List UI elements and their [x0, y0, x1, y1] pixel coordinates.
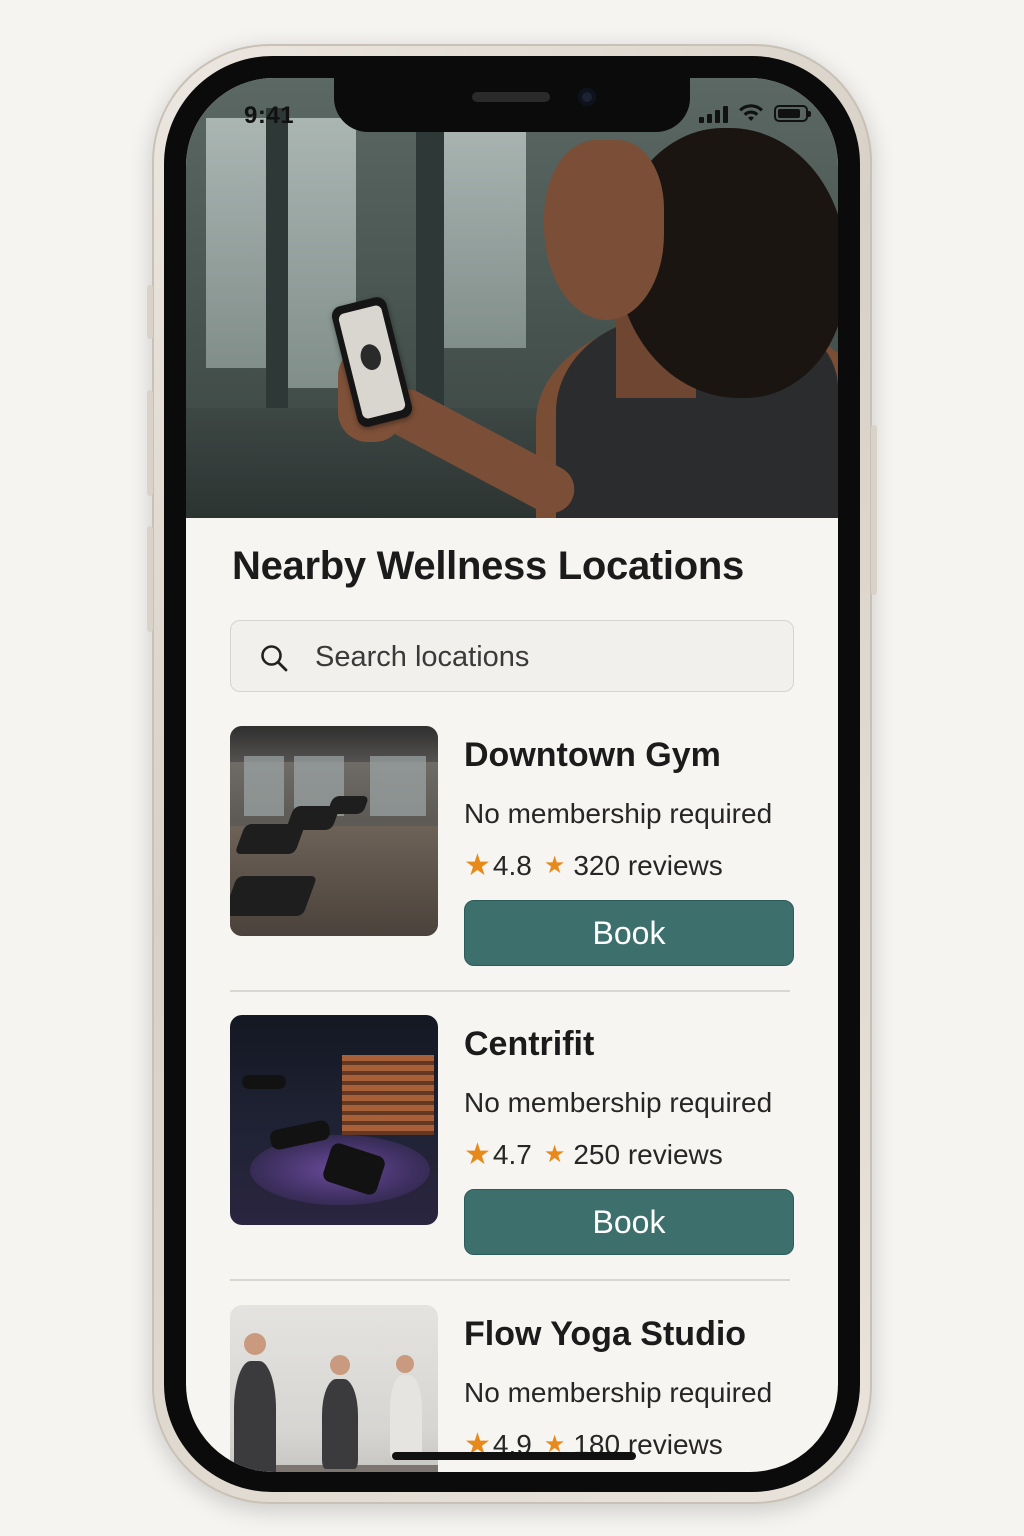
wood-wall-panel — [342, 1055, 434, 1135]
location-name: Centrifit — [464, 1025, 595, 1063]
location-name: Downtown Gym — [464, 736, 721, 774]
book-button[interactable]: Book — [464, 900, 794, 966]
gym-window — [370, 756, 426, 816]
rating-value: 4.7 — [492, 1138, 532, 1170]
location-card-downtown-gym[interactable]: Downtown Gym No membership required ★ 4.… — [230, 726, 794, 976]
status-bar: 9:41 — [186, 78, 838, 136]
search-input[interactable] — [315, 635, 775, 679]
location-photo — [230, 726, 438, 936]
hero-image — [186, 78, 838, 518]
location-photo — [230, 1305, 438, 1472]
search-bar[interactable] — [230, 620, 794, 692]
location-card-flow-yoga-studio[interactable]: Flow Yoga Studio No membership required … — [230, 1305, 794, 1472]
location-photo — [230, 1015, 438, 1225]
location-subtitle: No membership required — [464, 1377, 773, 1408]
stage: 9:41 Nearby Wellness Locations Search lo… — [0, 0, 1024, 1536]
location-subtitle: No membership required — [464, 1087, 773, 1118]
gym-window — [436, 118, 526, 348]
volume-down-button — [147, 526, 153, 632]
person-face — [544, 140, 664, 320]
star-icon: ★ — [543, 1141, 566, 1168]
rating-value: 4.8 — [492, 849, 532, 881]
status-time: 9:41 — [244, 102, 295, 129]
treadmill — [230, 876, 318, 916]
divider — [230, 990, 790, 992]
location-rating: ★ 4.7 ★ 250 reviews — [464, 1137, 723, 1172]
gym-window — [206, 118, 266, 368]
review-count: 250 reviews — [573, 1138, 723, 1170]
person-head — [396, 1355, 414, 1373]
home-indicator[interactable] — [392, 1452, 636, 1460]
volume-up-button — [147, 390, 153, 496]
person-figure — [322, 1379, 358, 1469]
location-subtitle: No membership required — [464, 798, 773, 829]
review-count: 320 reviews — [573, 849, 723, 881]
cellular-signal-icon — [699, 105, 728, 123]
wifi-icon — [739, 104, 763, 121]
divider — [230, 1279, 790, 1281]
status-icons — [699, 104, 811, 123]
person-figure — [234, 1361, 276, 1472]
gym-window — [244, 756, 284, 816]
star-icon: ★ — [464, 1138, 491, 1171]
person-figure — [390, 1375, 422, 1459]
star-icon: ★ — [464, 849, 491, 882]
power-button — [871, 425, 877, 595]
search-icon — [261, 645, 288, 672]
location-rating: ★ 4.8 ★ 320 reviews — [464, 848, 723, 883]
held-phone-artwork — [357, 342, 384, 373]
earpiece-speaker — [472, 92, 550, 102]
treadmill — [326, 796, 370, 814]
person-head — [330, 1355, 350, 1375]
rowing-machine — [242, 1075, 286, 1089]
star-icon: ★ — [543, 852, 566, 879]
book-button[interactable]: Book — [464, 1189, 794, 1255]
page-title: Nearby Wellness Locations — [232, 544, 744, 588]
location-card-centrifit[interactable]: Centrifit No membership required ★ 4.7 ★… — [230, 1015, 794, 1265]
phone-screen: 9:41 Nearby Wellness Locations Search lo… — [186, 78, 838, 1472]
location-name: Flow Yoga Studio — [464, 1315, 747, 1353]
battery-level — [778, 109, 800, 118]
notch — [334, 78, 690, 132]
person-head — [244, 1333, 266, 1355]
battery-icon — [774, 105, 811, 122]
front-camera — [578, 88, 596, 106]
silent-switch — [147, 285, 153, 339]
